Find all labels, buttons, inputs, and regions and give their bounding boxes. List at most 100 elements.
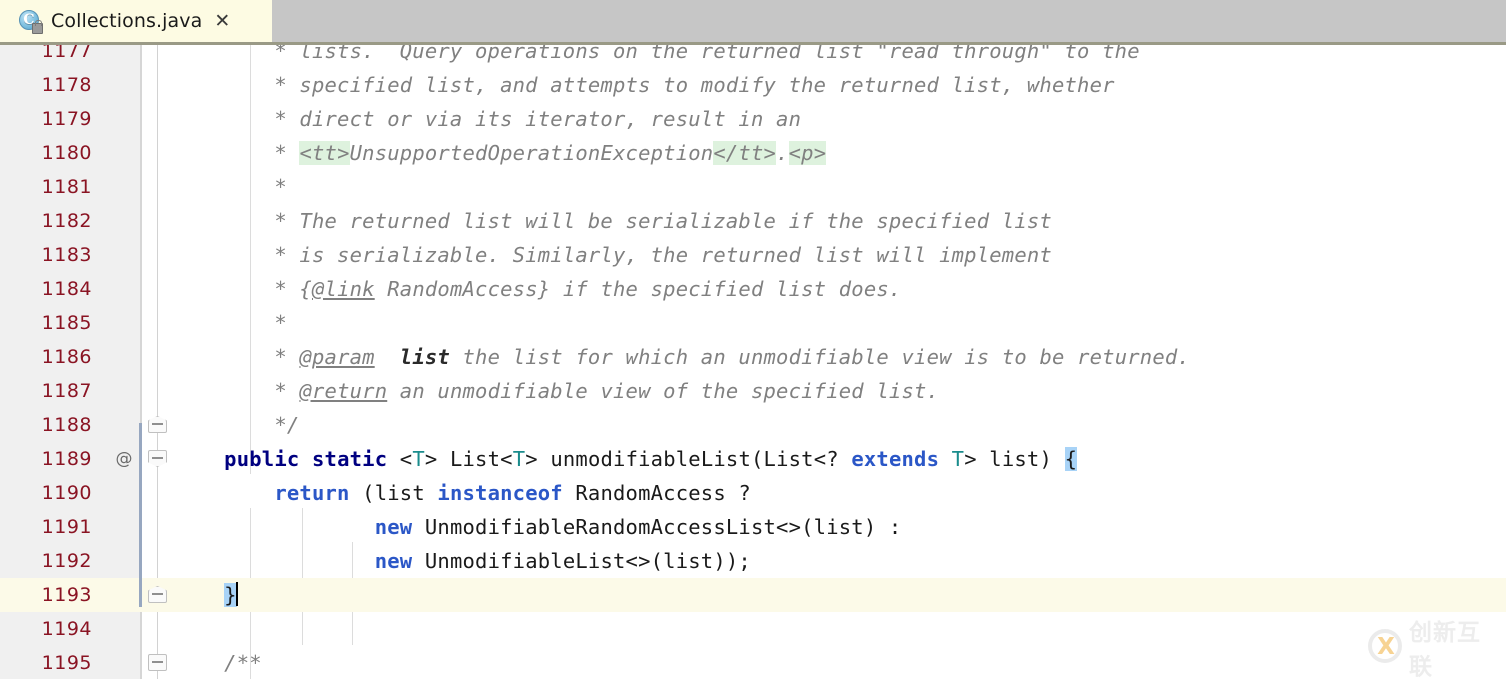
code-text: new UnmodifiableList<>(list)); xyxy=(174,544,751,578)
code-text: } xyxy=(174,578,238,612)
code-text: * @param list the list for which an unmo… xyxy=(174,340,1190,374)
code-text: * {@link RandomAccess} if the specified … xyxy=(174,272,901,306)
code-text: * direct or via its iterator, result in … xyxy=(174,102,801,136)
code-line[interactable]: 1183 * is serializable. Similarly, the r… xyxy=(0,238,1506,272)
code-line[interactable]: 1192 new UnmodifiableList<>(list)); xyxy=(0,544,1506,578)
token-plain: > unmodifiableList(List<? xyxy=(525,447,852,471)
line-number: 1180 xyxy=(41,142,92,164)
text-caret xyxy=(235,582,238,606)
code-text: * <tt>UnsupportedOperationException</tt>… xyxy=(174,136,827,170)
token-cmt: * The returned list will be serializable… xyxy=(274,209,1052,233)
token-cmt: * xyxy=(274,345,300,369)
token-kw: public xyxy=(224,447,300,471)
token-plain: > List< xyxy=(424,447,513,471)
code-line[interactable]: 1194 xyxy=(0,612,1506,646)
token-cmt: . xyxy=(776,141,789,165)
fold-toggle-icon[interactable] xyxy=(148,450,167,469)
token-cmt-tag: </tt> xyxy=(713,141,777,165)
token-plain: (list xyxy=(349,481,438,505)
tab-collections-java[interactable]: C Collections.java ✕ xyxy=(0,0,272,45)
token-cmt-param: list xyxy=(399,345,450,369)
code-line[interactable]: 1177 * lists. Query operations on the re… xyxy=(0,45,1506,68)
token-cmt: * xyxy=(274,175,287,199)
code-line[interactable]: 1187 * @return an unmodifiable view of t… xyxy=(0,374,1506,408)
token-cmt: the list for which an unmodifiable view … xyxy=(449,345,1190,369)
editor-window: C Collections.java ✕ 1177 * lists. Query… xyxy=(0,0,1506,679)
token-plain: < xyxy=(387,447,413,471)
token-kw2: instanceof xyxy=(437,481,563,505)
editor-tab-strip: C Collections.java ✕ xyxy=(0,0,1506,45)
token-kw2: return xyxy=(274,481,350,505)
code-text: * @return an unmodifiable view of the sp… xyxy=(174,374,939,408)
token-cmt: * direct or via its iterator, result in … xyxy=(274,107,802,131)
fold-toggle-icon[interactable] xyxy=(148,586,167,605)
token-plain: > list) xyxy=(964,447,1065,471)
code-text: * is serializable. Similarly, the return… xyxy=(174,238,1052,272)
code-text: return (list instanceof RandomAccess ? xyxy=(174,476,751,510)
line-number: 1189 xyxy=(41,448,92,470)
code-text: * specified list, and attempts to modify… xyxy=(174,68,1115,102)
code-text: * xyxy=(174,170,287,204)
code-line[interactable]: 1181 * xyxy=(0,170,1506,204)
code-editor[interactable]: 1177 * lists. Query operations on the re… xyxy=(0,45,1506,679)
token-cmt: */ xyxy=(274,413,300,437)
line-number: 1177 xyxy=(41,45,92,62)
code-line[interactable]: 1186 * @param list the list for which an… xyxy=(0,340,1506,374)
token-tparam: T xyxy=(412,447,425,471)
code-text: * The returned list will be serializable… xyxy=(174,204,1052,238)
line-number: 1190 xyxy=(41,482,92,504)
code-line[interactable]: 1191 new UnmodifiableRandomAccessList<>(… xyxy=(0,510,1506,544)
line-number: 1181 xyxy=(41,176,92,198)
token-cmt: RandomAccess} if the specified list does… xyxy=(374,277,902,301)
code-line[interactable]: 1180 * <tt>UnsupportedOperationException… xyxy=(0,136,1506,170)
line-number: 1188 xyxy=(41,414,92,436)
code-line[interactable]: 1184 * {@link RandomAccess} if the speci… xyxy=(0,272,1506,306)
token-cmt: * { xyxy=(274,277,312,301)
line-number: 1186 xyxy=(41,346,92,368)
token-cmt-tag: <tt> xyxy=(299,141,350,165)
code-line[interactable]: 1188 */ xyxy=(0,408,1506,442)
token-cmt: * lists. Query operations on the returne… xyxy=(274,45,1140,63)
token-tparam: T xyxy=(951,447,965,471)
line-number: 1191 xyxy=(41,516,92,538)
token-tparam: T xyxy=(512,447,526,471)
token-cmt: * is serializable. Similarly, the return… xyxy=(274,243,1052,267)
code-line[interactable]: 1193 } xyxy=(0,578,1506,612)
line-number: 1184 xyxy=(41,278,92,300)
token-cmt xyxy=(375,345,400,369)
token-cmt: UnsupportedOperationException xyxy=(349,141,714,165)
close-icon[interactable]: ✕ xyxy=(214,11,230,31)
code-line[interactable]: 1190 return (list instanceof RandomAcces… xyxy=(0,476,1506,510)
fold-toggle-icon[interactable] xyxy=(148,416,167,435)
tab-label: Collections.java xyxy=(51,10,203,32)
fold-toggle-icon[interactable] xyxy=(148,654,167,673)
code-line[interactable]: 1195 /** xyxy=(0,646,1506,679)
annotation-marker[interactable]: @ xyxy=(108,442,140,476)
token-plain: UnmodifiableList<>(list)); xyxy=(412,549,751,573)
vcs-change-bar xyxy=(139,423,142,607)
code-line[interactable]: 1182 * The returned list will be seriali… xyxy=(0,204,1506,238)
code-line[interactable]: 1185 * xyxy=(0,306,1506,340)
token-cmt-link: @param xyxy=(299,345,375,369)
code-line[interactable]: 1178 * specified list, and attempts to m… xyxy=(0,68,1506,102)
line-number: 1183 xyxy=(41,244,92,266)
java-class-icon: C xyxy=(18,9,43,34)
token-kw2: extends xyxy=(851,447,940,471)
line-number: 1195 xyxy=(41,652,92,674)
code-line[interactable]: 1189 @ public static <T> List<T> unmodifi… xyxy=(0,442,1506,476)
token-brace-hl: { xyxy=(1064,447,1078,471)
code-line[interactable]: 1179 * direct or via its iterator, resul… xyxy=(0,102,1506,136)
